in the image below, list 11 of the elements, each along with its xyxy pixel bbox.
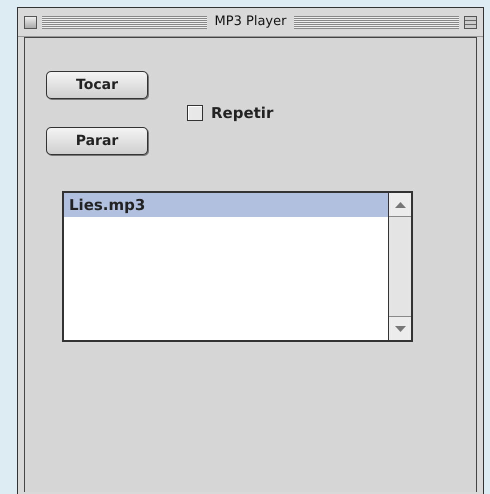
scroll-up-icon[interactable]	[394, 202, 406, 208]
collapse-box-icon[interactable]	[464, 16, 478, 28]
push-button[interactable]: Tocar	[46, 71, 148, 99]
list-item[interactable]: Lies.mp3	[64, 193, 388, 217]
window-title: MP3 Player	[214, 13, 288, 32]
checkbox-label: Repetir	[211, 102, 274, 124]
push-button[interactable]: Parar	[46, 127, 148, 155]
scroll-bar[interactable]	[388, 193, 411, 340]
close-box-icon[interactable]	[24, 16, 37, 28]
checkbox[interactable]	[187, 105, 203, 121]
scroll-down-icon[interactable]	[394, 326, 406, 332]
